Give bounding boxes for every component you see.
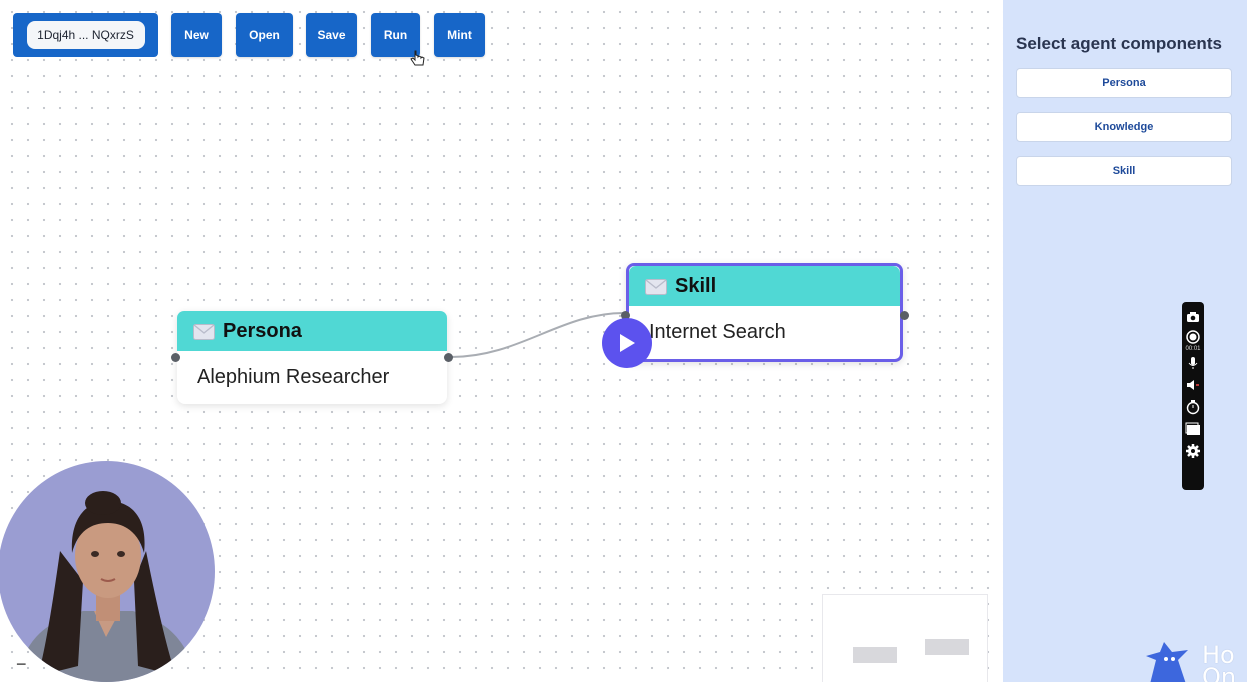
speaker-icon[interactable]: [1182, 374, 1204, 396]
gear-icon[interactable]: [1182, 440, 1204, 462]
zoom-out-icon[interactable]: −: [16, 654, 27, 675]
minimap[interactable]: [822, 594, 988, 682]
panel-title: Select agent components: [1016, 34, 1222, 53]
skill-node-title: Skill: [675, 274, 717, 297]
persona-node-value: Alephium Researcher: [197, 365, 390, 388]
skill-node[interactable]: Skill Internet Search: [621, 263, 909, 362]
timer-icon[interactable]: [1182, 396, 1204, 418]
presenter-portrait: [18, 491, 196, 682]
skill-node-header: Skill: [629, 266, 900, 306]
brand-line-2: On: [1202, 663, 1237, 682]
brand-logo: Ho On: [1142, 640, 1247, 682]
knowledge-component-button[interactable]: Knowledge: [1016, 112, 1232, 142]
flow-canvas[interactable]: 1Dqj4h ... NQxrzS New Open Save Run Mint…: [0, 0, 1003, 682]
brand-mascot-icon: [1146, 642, 1188, 682]
minimap-node: [853, 647, 897, 663]
persona-node[interactable]: Persona Alephium Researcher: [171, 311, 453, 404]
persona-node-title: Persona: [223, 319, 302, 342]
minimap-node: [925, 639, 969, 655]
persona-component-button[interactable]: Persona: [1016, 68, 1232, 98]
record-icon[interactable]: [1182, 328, 1204, 346]
components-panel: Select agent components Persona Knowledg…: [1003, 0, 1247, 682]
microphone-icon[interactable]: [1182, 352, 1204, 374]
persona-output-handle[interactable]: [444, 353, 453, 362]
play-icon: [620, 334, 635, 352]
envelope-icon: [645, 278, 667, 295]
skill-component-button[interactable]: Skill: [1016, 156, 1232, 186]
persona-input-handle[interactable]: [171, 353, 180, 362]
envelope-icon: [193, 323, 215, 340]
presenter-video: [0, 461, 215, 682]
skill-node-value: Internet Search: [649, 320, 786, 343]
window-icon[interactable]: [1182, 418, 1204, 440]
persona-node-header: Persona: [177, 311, 447, 351]
play-button[interactable]: [602, 318, 652, 368]
camera-icon[interactable]: [1182, 306, 1204, 328]
recorder-toolbar: 00:01: [1182, 302, 1204, 490]
skill-output-handle[interactable]: [900, 311, 909, 320]
brand-text: Ho On: [1202, 643, 1237, 682]
